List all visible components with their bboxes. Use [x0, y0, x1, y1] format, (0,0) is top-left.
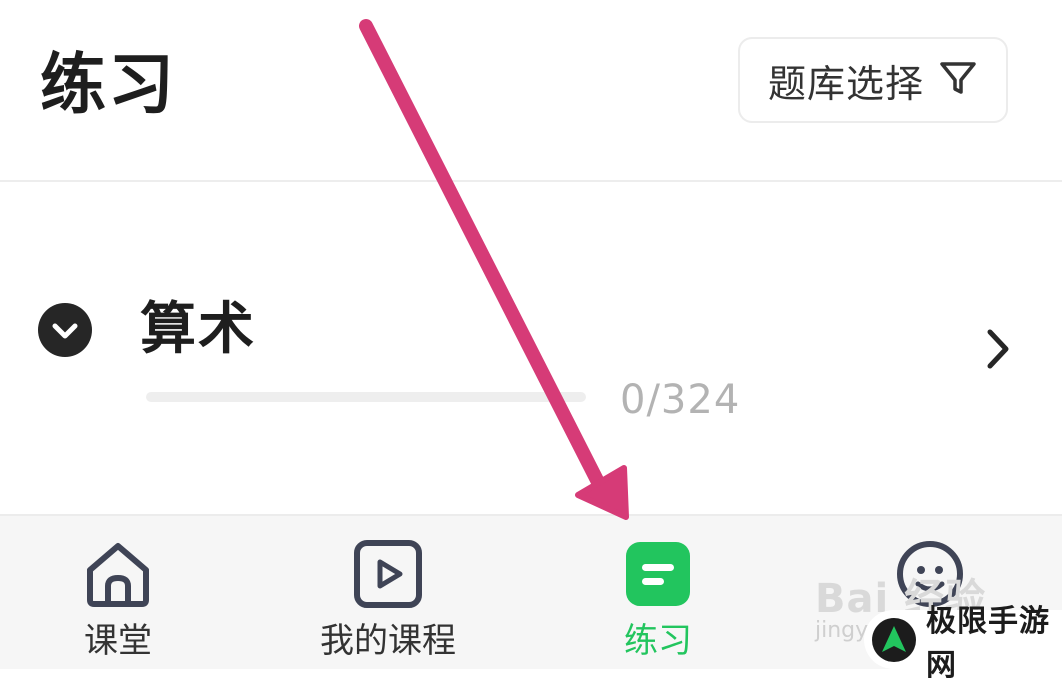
tab-practice[interactable]: 练习 [600, 516, 716, 671]
tab-classroom[interactable]: 课堂 [60, 516, 176, 671]
filter-icon [938, 58, 978, 102]
question-bank-select-button[interactable]: 题库选择 [738, 37, 1008, 123]
practice-icon [622, 538, 694, 614]
header: 练习 题库选择 [0, 0, 1062, 180]
site-watermark-badge: 极限手游网 [864, 604, 1062, 683]
filter-button-label: 题库选择 [767, 61, 924, 106]
tab-classroom-label: 课堂 [84, 621, 152, 661]
progress-text: 0/324 [620, 377, 741, 423]
chevron-down-circle-icon[interactable] [38, 303, 92, 357]
tab-my-courses[interactable]: 我的课程 [315, 516, 461, 671]
progress-bar [146, 392, 586, 402]
practice-item-title: 算术 [140, 297, 256, 362]
tab-practice-label: 练习 [624, 621, 692, 661]
header-divider [0, 180, 1062, 182]
site-watermark-text: 极限手游网 [926, 603, 1050, 683]
tab-my-courses-label: 我的课程 [320, 621, 456, 661]
home-icon [82, 538, 154, 614]
page-title: 练习 [40, 46, 176, 123]
jingyan-watermark: jingy [815, 618, 869, 643]
chevron-right-icon[interactable] [982, 326, 1014, 376]
play-icon [352, 538, 424, 614]
site-logo-icon [872, 617, 916, 662]
